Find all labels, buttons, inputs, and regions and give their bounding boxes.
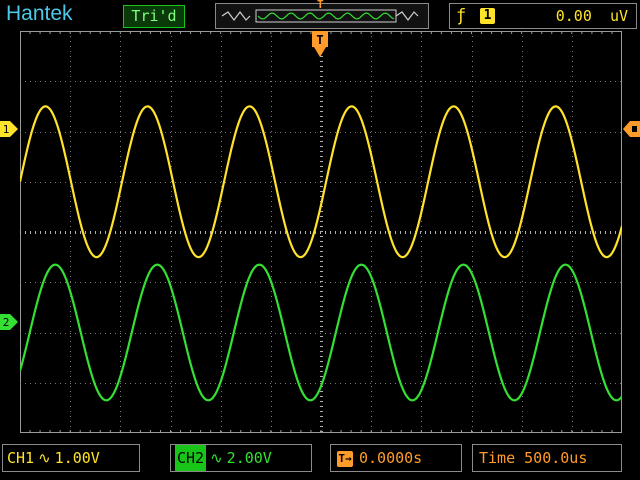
channel-info-bar: CH1 ∿ 1.00V CH2 ∿ 2.00V T→ 0.0000s Time 500.0… bbox=[0, 444, 640, 474]
ch1-scale-panel[interactable]: CH1 ∿ 1.00V bbox=[2, 444, 140, 472]
timebase-value: 500.0us bbox=[524, 449, 588, 467]
brand-logo: Hantek bbox=[6, 2, 73, 25]
ch2-volts-div: 2.00V bbox=[226, 449, 272, 467]
ch1-volts-div: 1.00V bbox=[54, 449, 100, 467]
svg-text:2: 2 bbox=[3, 316, 10, 329]
trigger-settings[interactable]: ƒ 1 0.00 uV bbox=[449, 3, 637, 29]
trigger-level-marker[interactable] bbox=[622, 120, 640, 138]
trigger-position-marker[interactable]: T bbox=[311, 31, 329, 61]
timebase-label: Time bbox=[479, 449, 516, 467]
ch1-label: CH1 bbox=[7, 449, 35, 467]
trigger-position-value: 0.0000s bbox=[359, 449, 423, 467]
memory-depth-bar: T bbox=[215, 0, 429, 29]
rising-edge-icon: ƒ bbox=[456, 6, 467, 26]
timebase-panel[interactable]: Time 500.0us bbox=[472, 444, 622, 472]
trigger-position-icon: T→ bbox=[337, 450, 353, 467]
ch2-ground-marker[interactable]: 2 bbox=[0, 313, 20, 331]
ch2-label: CH2 bbox=[175, 445, 207, 471]
ch1-ground-marker[interactable]: 1 bbox=[0, 120, 20, 138]
ac-coupling-icon: ∿ bbox=[210, 449, 223, 467]
trigger-source: 1 bbox=[480, 8, 495, 24]
svg-text:1: 1 bbox=[3, 123, 10, 136]
svg-text:T: T bbox=[316, 33, 323, 47]
trigger-position-panel[interactable]: T→ 0.0000s bbox=[330, 444, 462, 472]
trigger-status-badge: Tri'd bbox=[123, 5, 185, 28]
ch2-scale-panel[interactable]: CH2 ∿ 2.00V bbox=[170, 444, 312, 472]
ac-coupling-icon: ∿ bbox=[38, 449, 51, 467]
memory-trigger-marker: T bbox=[317, 0, 324, 11]
status-bar: Hantek Tri'd T ƒ 1 0.00 uV bbox=[0, 0, 640, 30]
waveform-display[interactable] bbox=[20, 31, 622, 433]
trigger-level: 0.00 uV bbox=[555, 7, 628, 25]
